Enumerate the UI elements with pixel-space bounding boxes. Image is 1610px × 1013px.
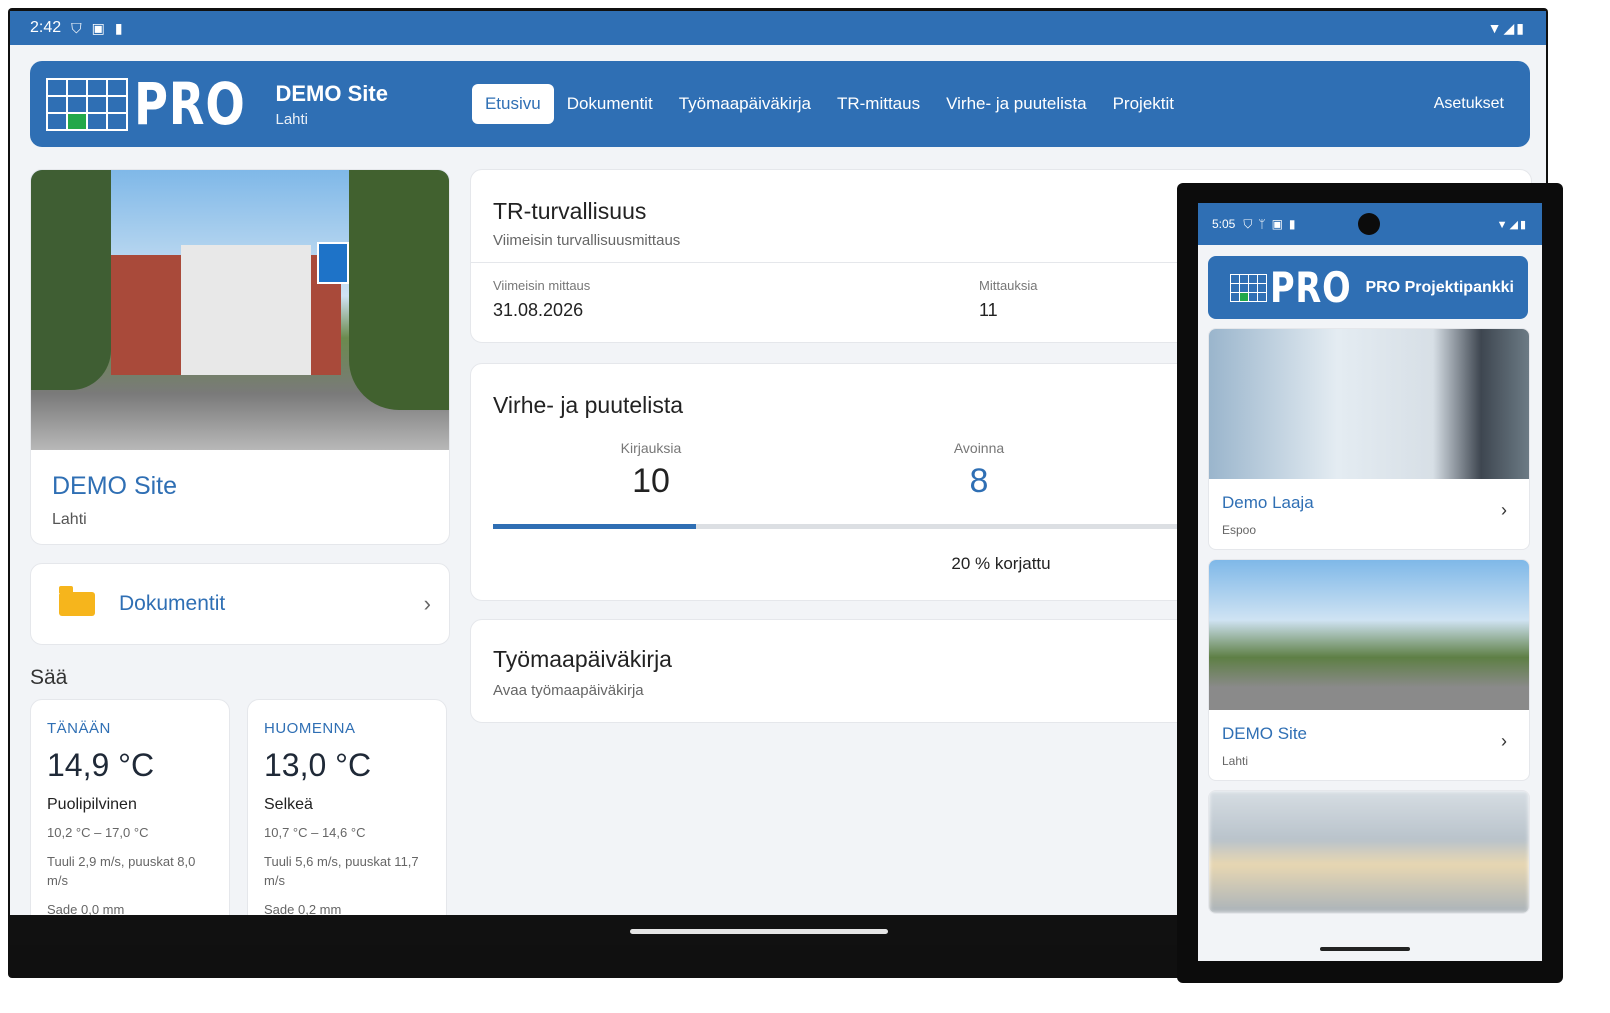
status-right-icons: ▼◢▮ bbox=[1488, 20, 1526, 37]
weather-day: HUOMENNA bbox=[264, 720, 356, 737]
phone-header: PRO PRO Projektipankki bbox=[1208, 256, 1528, 319]
weather-desc: Puolipilvinen bbox=[47, 796, 137, 813]
top-navbar: PRO DEMO Site Lahti Etusivu Dokumentit T… bbox=[30, 61, 1530, 147]
weather-desc: Selkeä bbox=[264, 796, 313, 813]
tr-title: TR-turvallisuus bbox=[493, 198, 647, 224]
documents-link[interactable]: Dokumentit › bbox=[30, 563, 450, 645]
nav-etusivu[interactable]: Etusivu bbox=[471, 84, 554, 124]
status-right-icons: ▼◢▮ bbox=[1497, 218, 1528, 231]
crosswalk-sign-icon bbox=[317, 242, 349, 284]
pro-logo[interactable]: PRO bbox=[46, 75, 255, 133]
logo-text: PRO bbox=[134, 70, 246, 138]
nav-dokumentit[interactable]: Dokumentit bbox=[554, 84, 666, 124]
diary-title: Työmaapäiväkirja bbox=[493, 646, 672, 672]
grid-logo-icon bbox=[46, 77, 128, 131]
nav-tr-mittaus[interactable]: TR-mittaus bbox=[824, 84, 933, 124]
site-card-title: DEMO Site bbox=[52, 472, 178, 500]
home-indicator[interactable] bbox=[1320, 947, 1410, 951]
wifi-icon: ▼ bbox=[1496, 218, 1510, 231]
tr-count-value: 11 bbox=[979, 300, 998, 320]
project-card[interactable] bbox=[1208, 790, 1530, 914]
tablet-status-bar: 2:42 ⛉ ▣ ▮ ▼◢▮ bbox=[10, 11, 1546, 45]
nav-settings[interactable]: Asetukset bbox=[1434, 95, 1504, 113]
grid-logo-icon bbox=[1230, 273, 1267, 302]
project-photo bbox=[1209, 560, 1529, 710]
weather-wind: Tuuli 5,6 m/s, puuskat 11,7 m/s bbox=[264, 853, 419, 888]
folder-icon bbox=[59, 586, 95, 616]
camera-cutout bbox=[1358, 213, 1380, 235]
a-icon: ▣ bbox=[1271, 217, 1283, 231]
battery-icon: ▮ bbox=[1519, 218, 1528, 231]
tr-latest-value: 31.08.2026 bbox=[493, 300, 584, 320]
status-time: 2:42 bbox=[30, 19, 62, 36]
status-time: 5:05 bbox=[1212, 217, 1236, 231]
a-icon: ▣ bbox=[91, 19, 105, 36]
weather-temp: 13,0 °C bbox=[264, 747, 372, 783]
usb-icon: ᛘ bbox=[1258, 217, 1266, 231]
nav-virhe-ja-puutelista[interactable]: Virhe- ja puutelista bbox=[933, 84, 1100, 124]
shield-icon: ⛉ bbox=[71, 19, 82, 36]
project-card[interactable]: Demo Laaja Espoo › bbox=[1208, 328, 1530, 550]
phone-gesture-bar bbox=[1198, 937, 1542, 961]
chevron-right-icon: › bbox=[1501, 731, 1507, 751]
diary-subtitle: Avaa työmaapäiväkirja bbox=[493, 682, 644, 699]
wifi-icon: ▼ bbox=[1487, 19, 1504, 36]
signal-icon: ◢ bbox=[1503, 19, 1517, 36]
project-card[interactable]: DEMO Site Lahti › bbox=[1208, 559, 1530, 781]
project-location: Lahti bbox=[1222, 754, 1249, 768]
phone-screen: 5:05 ⛉ ᛘ ▣ ▮ ▼◢▮ PRO PRO Projektipankki … bbox=[1198, 203, 1542, 961]
phone-device: 5:05 ⛉ ᛘ ▣ ▮ ▼◢▮ PRO PRO Projektipankki … bbox=[1177, 183, 1563, 983]
home-indicator[interactable] bbox=[630, 929, 888, 934]
tr-subtitle: Viimeisin turvallisuusmittaus bbox=[493, 232, 681, 249]
nav-tyomaapaivakirja[interactable]: Työmaapäiväkirja bbox=[666, 84, 824, 124]
project-name: DEMO Site bbox=[1222, 724, 1308, 743]
app-title: PRO Projektipankki bbox=[1365, 278, 1515, 296]
current-site: DEMO Site Lahti bbox=[275, 81, 387, 128]
weather-tomorrow-card: HUOMENNA 13,0 °C Selkeä 10,7 °C – 14,6 °… bbox=[247, 699, 447, 939]
project-photo bbox=[1209, 791, 1529, 913]
weather-heading: Sää bbox=[30, 666, 68, 689]
vp-entries-label: Kirjauksia bbox=[620, 440, 682, 456]
chevron-right-icon: › bbox=[423, 591, 431, 616]
project-photo bbox=[1209, 329, 1529, 479]
shield-icon: ⛉ bbox=[1243, 216, 1253, 231]
vp-title: Virhe- ja puutelista bbox=[493, 392, 684, 418]
main-nav: Etusivu Dokumentit Työmaapäiväkirja TR-m… bbox=[471, 84, 1187, 124]
fixed-progress-fill bbox=[493, 524, 697, 529]
logo-text: PRO bbox=[1270, 262, 1352, 312]
tr-count-label: Mittauksia bbox=[979, 278, 1038, 293]
sd-card-icon: ▮ bbox=[1288, 217, 1296, 231]
vp-entries-value: 10 bbox=[632, 462, 670, 500]
weather-today-card: TÄNÄÄN 14,9 °C Puolipilvinen 10,2 °C – 1… bbox=[30, 699, 230, 939]
tr-latest-label: Viimeisin mittaus bbox=[493, 278, 591, 293]
weather-day: TÄNÄÄN bbox=[47, 720, 111, 737]
site-card-location: Lahti bbox=[52, 511, 87, 528]
site-name: DEMO Site bbox=[275, 80, 388, 106]
vp-open-value: 8 bbox=[969, 462, 989, 500]
weather-wind: Tuuli 2,9 m/s, puuskat 8,0 m/s bbox=[47, 853, 196, 888]
signal-icon: ◢ bbox=[1509, 218, 1520, 231]
site-card[interactable]: DEMO Site Lahti bbox=[30, 169, 450, 545]
phone-status-bar: 5:05 ⛉ ᛘ ▣ ▮ ▼◢▮ bbox=[1198, 203, 1542, 245]
chevron-right-icon: › bbox=[1501, 500, 1507, 520]
site-photo bbox=[31, 170, 449, 450]
weather-range: 10,2 °C – 17,0 °C bbox=[47, 825, 149, 840]
nav-projektit[interactable]: Projektit bbox=[1100, 84, 1187, 124]
project-name: Demo Laaja bbox=[1222, 493, 1314, 512]
weather-temp: 14,9 °C bbox=[47, 747, 155, 783]
battery-icon: ▮ bbox=[1516, 19, 1526, 36]
weather-range: 10,7 °C – 14,6 °C bbox=[264, 825, 366, 840]
sd-card-icon: ▮ bbox=[114, 19, 123, 36]
project-location: Espoo bbox=[1222, 523, 1257, 537]
vp-open-label: Avoinna bbox=[953, 440, 1005, 456]
documents-label: Dokumentit bbox=[119, 592, 226, 615]
site-location: Lahti bbox=[275, 110, 309, 128]
